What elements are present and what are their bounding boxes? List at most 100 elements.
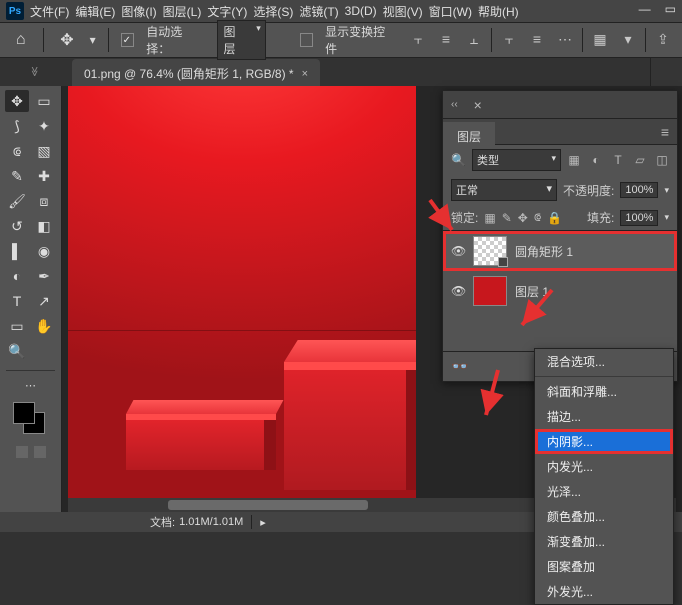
maximize-button[interactable]: ▭ xyxy=(665,2,676,16)
filter-shape-icon[interactable]: ▱ xyxy=(633,153,647,167)
brush-tool[interactable]: 🖌 xyxy=(5,190,29,212)
history-brush-tool[interactable]: ↺ xyxy=(5,215,29,237)
align-icon[interactable]: ≡ xyxy=(435,28,457,50)
menu-outer-glow[interactable]: 外发光... xyxy=(535,579,673,604)
lock-all-icon[interactable]: 🔒 xyxy=(547,211,562,225)
lock-move-icon[interactable]: ✥ xyxy=(518,211,528,225)
layer-name[interactable]: 图层 1 xyxy=(515,283,549,300)
minimize-button[interactable]: — xyxy=(639,2,651,16)
shape-tool[interactable]: ▭ xyxy=(5,315,29,337)
opacity-value[interactable]: 100% xyxy=(620,182,658,198)
close-tab-icon[interactable]: × xyxy=(302,68,308,80)
align-icon[interactable]: ⫠ xyxy=(463,28,485,50)
visibility-toggle-icon[interactable]: 👁 xyxy=(451,244,465,258)
menu-3d[interactable]: 3D(D) xyxy=(345,4,377,18)
panel-collapse-icon[interactable]: ‹‹ xyxy=(443,99,466,110)
heal-tool[interactable]: ✚ xyxy=(32,165,56,187)
visibility-toggle-icon[interactable]: 👁 xyxy=(451,284,465,298)
menu-inner-shadow[interactable]: 内阴影... xyxy=(535,429,673,454)
menu-view[interactable]: 视图(V) xyxy=(383,3,423,20)
distribute-icon[interactable]: ⫟ xyxy=(498,28,520,50)
status-caret-icon[interactable]: ▸ xyxy=(260,516,266,529)
marquee-tool[interactable]: ▭ xyxy=(32,90,56,112)
menu-file[interactable]: 文件(F) xyxy=(30,3,69,20)
fill-caret-icon[interactable]: ▾ xyxy=(664,212,669,223)
menu-stroke[interactable]: 描边... xyxy=(535,404,673,429)
menu-inner-glow[interactable]: 内发光... xyxy=(535,454,673,479)
home-icon[interactable]: ⌂ xyxy=(10,29,31,51)
menu-layer[interactable]: 图层(L) xyxy=(163,3,202,20)
edit-mode-toggle[interactable]: ⋯ xyxy=(25,379,36,392)
layers-tab[interactable]: 图层 xyxy=(443,122,495,149)
scrollbar-thumb[interactable] xyxy=(168,500,368,510)
layer-thumbnail[interactable] xyxy=(473,276,507,306)
lock-pixels-icon[interactable]: ▦ xyxy=(484,211,495,225)
menu-bevel-emboss[interactable]: 斜面和浮雕... xyxy=(535,379,673,404)
magic-wand-tool[interactable]: ✦ xyxy=(32,115,56,137)
lock-artboard-icon[interactable]: ⟃ xyxy=(534,210,541,225)
show-transform-checkbox[interactable] xyxy=(300,33,314,47)
layer-row[interactable]: 👁 圆角矩形 1 xyxy=(443,231,677,271)
zoom-tool[interactable]: 🔍 xyxy=(5,340,29,362)
menu-select[interactable]: 选择(S) xyxy=(253,3,293,20)
move-tool-icon[interactable]: ✥ xyxy=(56,29,77,51)
menu-gradient-overlay[interactable]: 渐变叠加... xyxy=(535,529,673,554)
lasso-tool[interactable]: ⟆ xyxy=(5,115,29,137)
filter-text-icon[interactable]: T xyxy=(611,153,625,167)
search-icon[interactable]: 🔍 xyxy=(451,153,466,167)
filter-smart-icon[interactable]: ◫ xyxy=(655,153,669,167)
lock-position-icon[interactable]: ✎ xyxy=(502,211,512,225)
blend-mode-dropdown[interactable]: 正常▾ xyxy=(451,179,557,201)
fill-value[interactable]: 100% xyxy=(620,210,658,226)
color-swatches[interactable] xyxy=(13,402,49,436)
mode-caret-icon[interactable]: ▾ xyxy=(617,28,639,50)
right-dock-strip[interactable] xyxy=(650,58,682,86)
filter-pixel-icon[interactable]: ▦ xyxy=(567,153,581,167)
document-canvas[interactable] xyxy=(68,86,416,506)
filter-type-dropdown[interactable]: 类型 xyxy=(472,149,561,171)
menu-image[interactable]: 图像(I) xyxy=(121,3,156,20)
foreground-color-swatch[interactable] xyxy=(13,402,35,424)
menu-help[interactable]: 帮助(H) xyxy=(478,3,519,20)
frame-tool[interactable]: ▧ xyxy=(32,140,56,162)
opacity-caret-icon[interactable]: ▾ xyxy=(664,185,669,196)
gradient-tool[interactable]: ▌ xyxy=(5,240,29,262)
crop-tool[interactable]: ⟃ xyxy=(5,140,29,162)
auto-select-checkbox[interactable] xyxy=(121,33,135,47)
filter-adjust-icon[interactable]: ◐ xyxy=(589,153,603,167)
path-select-tool[interactable]: ↗ xyxy=(32,290,56,312)
eyedropper-tool[interactable]: ✎ xyxy=(5,165,29,187)
link-layers-icon[interactable]: 👓 xyxy=(451,358,468,375)
tool-caret[interactable]: ▾ xyxy=(90,33,96,47)
menu-satin[interactable]: 光泽... xyxy=(535,479,673,504)
hand-tool[interactable]: ✋ xyxy=(32,315,56,337)
menu-pattern-overlay[interactable]: 图案叠加 xyxy=(535,554,673,579)
eraser-tool[interactable]: ◧ xyxy=(32,215,56,237)
menu-edit[interactable]: 编辑(E) xyxy=(75,3,115,20)
overflow-icon[interactable]: ⋯ xyxy=(554,28,576,50)
blur-tool[interactable]: ◉ xyxy=(32,240,56,262)
panel-menu-icon[interactable]: ≡ xyxy=(653,124,677,140)
auto-select-mode-dropdown[interactable]: 图层 xyxy=(217,20,266,60)
distribute-icon[interactable]: ≡ xyxy=(526,28,548,50)
menu-filter[interactable]: 滤镜(T) xyxy=(299,3,338,20)
menu-window[interactable]: 窗口(W) xyxy=(429,3,472,20)
layer-name[interactable]: 圆角矩形 1 xyxy=(515,243,573,260)
menu-color-overlay[interactable]: 颜色叠加... xyxy=(535,504,673,529)
screen-mode-icon[interactable] xyxy=(34,446,46,458)
move-tool[interactable]: ✥ xyxy=(5,90,29,112)
text-tool[interactable]: T xyxy=(5,290,29,312)
dodge-tool[interactable]: ◐ xyxy=(5,265,29,287)
3d-mode-icon[interactable]: ▦ xyxy=(589,28,611,50)
menu-blending-options[interactable]: 混合选项... xyxy=(535,349,673,374)
share-icon[interactable]: ⇪ xyxy=(652,28,674,50)
layer-row[interactable]: 👁 图层 1 xyxy=(443,271,677,311)
quick-mask-icon[interactable] xyxy=(16,446,28,458)
align-icon[interactable]: ⫟ xyxy=(407,28,429,50)
layer-thumbnail[interactable] xyxy=(473,236,507,266)
document-tab[interactable]: 01.png @ 76.4% (圆角矩形 1, RGB/8) * × xyxy=(72,59,320,86)
stamp-tool[interactable]: ⧈ xyxy=(32,190,56,212)
panel-close-icon[interactable]: × xyxy=(466,97,490,113)
left-dock-handle[interactable] xyxy=(6,62,62,80)
pen-tool[interactable]: ✒ xyxy=(32,265,56,287)
